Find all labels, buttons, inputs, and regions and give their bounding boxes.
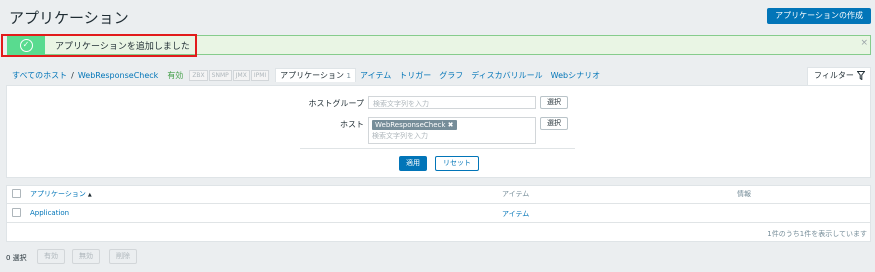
tag-zbx: ZBX	[189, 69, 208, 81]
items-link[interactable]: アイテム	[502, 209, 529, 219]
host-group-label: ホストグループ	[308, 99, 364, 108]
select-all-checkbox[interactable]	[12, 189, 21, 198]
highlight-box	[1, 34, 197, 57]
host-group-select-button[interactable]: 選択	[540, 96, 568, 109]
host-input[interactable]: WebResponseCheck ✖ 検索文字列を入力	[368, 117, 536, 144]
tag-snmp: SNMP	[208, 69, 232, 81]
column-application-label: アプリケーション	[30, 190, 86, 198]
funnel-icon	[857, 71, 865, 80]
tab-triggers[interactable]: トリガー	[395, 69, 435, 82]
breadcrumb-all-hosts[interactable]: すべてのホスト	[12, 70, 67, 81]
tab-applications[interactable]: アプリケーション 1	[275, 68, 357, 82]
tab-discovery-rules[interactable]: ディスカバリルール	[467, 69, 546, 82]
tab-items[interactable]: アイテム	[356, 69, 395, 82]
host-chip-label: WebResponseCheck	[375, 121, 446, 129]
breadcrumb: すべてのホスト / WebResponseCheck 有効 ZBX SNMP J…	[12, 67, 604, 83]
tab-web-scenarios[interactable]: Webシナリオ	[547, 69, 604, 82]
apply-button[interactable]: 適用	[399, 156, 427, 171]
column-info: 情報	[737, 190, 751, 198]
pagination-text: 1件のうち1件を表示しています	[767, 230, 867, 238]
breadcrumb-host[interactable]: WebResponseCheck	[78, 71, 158, 80]
close-icon[interactable]: ×	[860, 38, 868, 48]
delete-button[interactable]: 削除	[109, 249, 137, 264]
filter-tab-label: フィルター	[814, 71, 854, 80]
column-items: アイテム	[502, 190, 530, 198]
host-input-placeholder: 検索文字列を入力	[372, 132, 428, 140]
create-application-button[interactable]: アプリケーションの作成	[767, 8, 871, 24]
selected-count: 0 選択	[6, 254, 27, 262]
application-link[interactable]: Application	[30, 209, 69, 217]
breadcrumb-separator: /	[71, 70, 74, 80]
disable-button[interactable]: 無効	[72, 249, 100, 264]
tag-ipmi: IPMI	[250, 69, 270, 81]
filter-divider	[300, 148, 575, 149]
reset-button[interactable]: リセット	[435, 156, 479, 171]
host-chip: WebResponseCheck ✖	[372, 120, 457, 130]
column-application[interactable]: アプリケーション ▲	[30, 189, 92, 199]
remove-chip-icon[interactable]: ✖	[448, 121, 454, 129]
tab-graphs[interactable]: グラフ	[435, 69, 467, 82]
filter-tab[interactable]: フィルター	[807, 67, 871, 85]
host-status: 有効	[167, 70, 184, 80]
tab-applications-label: アプリケーション	[280, 71, 344, 80]
tag-jmx: JMX	[232, 69, 250, 81]
host-select-button[interactable]: 選択	[540, 117, 568, 130]
page-title: アプリケーション	[9, 9, 129, 27]
enable-button[interactable]: 有効	[37, 249, 65, 264]
host-label: ホスト	[340, 120, 364, 129]
table-row	[7, 204, 870, 223]
sort-asc-icon: ▲	[87, 192, 92, 198]
row-checkbox[interactable]	[12, 208, 21, 217]
host-group-input[interactable]: 検索文字列を入力	[368, 96, 536, 109]
tab-applications-count: 1	[346, 72, 352, 80]
